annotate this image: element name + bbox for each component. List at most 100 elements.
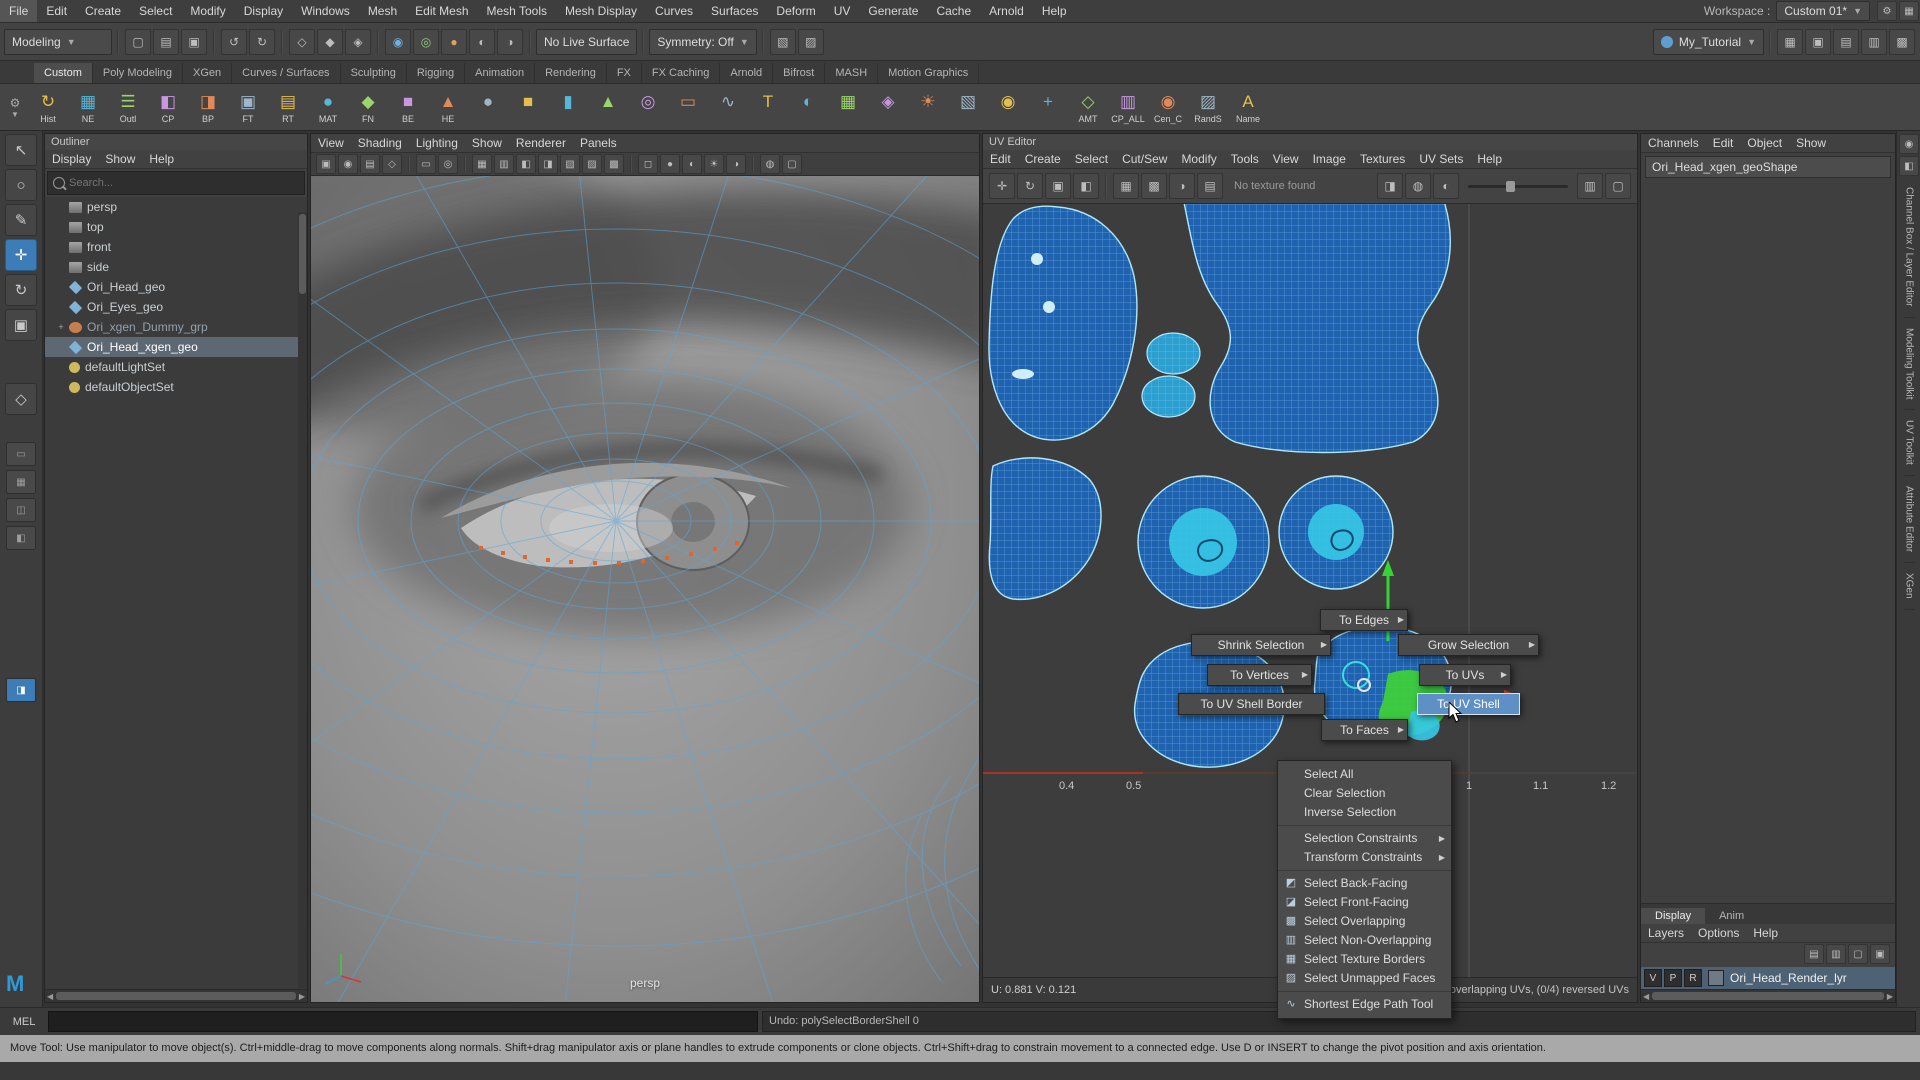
collapse-panel-icon[interactable]: ◧: [1899, 156, 1919, 176]
menubar-item[interactable]: Create: [76, 0, 130, 22]
snap-plane-icon[interactable]: ◐: [469, 29, 495, 55]
outliner-item[interactable]: Ori_Eyes_geo: [45, 297, 307, 317]
safe-title-icon[interactable]: ▩: [604, 154, 624, 174]
uv-menu-item[interactable]: Tools: [1224, 150, 1266, 168]
select-component-icon[interactable]: ◈: [345, 29, 371, 55]
viewport-canvas[interactable]: persp: [311, 176, 979, 1002]
select-camera-icon[interactable]: ▣: [316, 154, 336, 174]
layer-reference-toggle[interactable]: R: [1684, 969, 1702, 987]
shelf-tab[interactable]: MASH: [825, 63, 878, 83]
uv-menu-item[interactable]: Textures: [1353, 150, 1412, 168]
context-menu-item[interactable]: ◩Select Back-Facing: [1278, 874, 1451, 893]
snap-point-icon[interactable]: ●: [441, 29, 467, 55]
menubar-item[interactable]: Mesh Display: [556, 0, 646, 22]
shelf-tab[interactable]: Animation: [465, 63, 535, 83]
shelf-button[interactable]: ▥ CP_ALL: [1109, 86, 1147, 128]
shelf-button[interactable]: ◉ Cen_C: [1149, 86, 1187, 128]
shelf-button[interactable]: +: [1029, 86, 1067, 128]
marking-menu-to-uv-shell-border[interactable]: To UV Shell Border: [1178, 693, 1325, 715]
move-layer-down-icon[interactable]: ▥: [1826, 944, 1846, 964]
channel-box-menu-item[interactable]: Object: [1740, 134, 1789, 152]
outliner-item[interactable]: + Ori_xgen_Dummy_grp: [45, 317, 307, 337]
shelf-tab[interactable]: Rigging: [407, 63, 465, 83]
layer-color-swatch[interactable]: [1708, 970, 1724, 986]
outliner-item[interactable]: Ori_Head_geo: [45, 277, 307, 297]
tab-display[interactable]: Display: [1641, 908, 1705, 924]
new-layer-from-selected-icon[interactable]: ▣: [1870, 944, 1890, 964]
shelf-button[interactable]: ▨ RandS: [1189, 86, 1227, 128]
marking-menu-to-vertices[interactable]: To Vertices▶: [1207, 664, 1312, 686]
marking-menu-to-uvs[interactable]: To UVs▶: [1419, 664, 1511, 686]
shelf-button[interactable]: ◎: [629, 86, 667, 128]
viewport-menu-item[interactable]: Renderer: [509, 134, 573, 152]
menubar-item[interactable]: Surfaces: [702, 0, 767, 22]
lasso-tool[interactable]: ○: [5, 169, 37, 201]
shelf-button[interactable]: ◧ CP: [149, 86, 187, 128]
textured-icon[interactable]: ▩: [1889, 29, 1915, 55]
shelf-tab[interactable]: Motion Graphics: [878, 63, 979, 83]
shelf-button[interactable]: ● MAT: [309, 86, 347, 128]
expand-toggle[interactable]: +: [55, 322, 67, 332]
shelf-button[interactable]: ◈: [869, 86, 907, 128]
layer-menu-item[interactable]: Help: [1746, 924, 1785, 942]
command-language-toggle[interactable]: MEL: [4, 1016, 44, 1028]
layer-menu-item[interactable]: Layers: [1641, 924, 1691, 942]
uv-menu-item[interactable]: Select: [1068, 150, 1115, 168]
channel-box-menu-item[interactable]: Channels: [1641, 134, 1706, 152]
channel-box-menu-item[interactable]: Edit: [1706, 134, 1741, 152]
2d-pan-zoom-icon[interactable]: ◎: [438, 154, 458, 174]
layer-visibility-toggle[interactable]: V: [1644, 969, 1662, 987]
outliner-item[interactable]: Ori_Head_xgen_geo: [45, 337, 307, 357]
uv-menu-item[interactable]: View: [1266, 150, 1306, 168]
new-scene-icon[interactable]: ▢: [125, 29, 151, 55]
marking-menu-to-edges[interactable]: To Edges▶: [1320, 609, 1408, 631]
shelf-button[interactable]: ▦ NE: [69, 86, 107, 128]
shelf-button[interactable]: ▮: [549, 86, 587, 128]
snap-curve-icon[interactable]: ◎: [413, 29, 439, 55]
viewport-menu-item[interactable]: Lighting: [409, 134, 465, 152]
menubar-item[interactable]: Arnold: [980, 0, 1033, 22]
channel-box-hscrollbar[interactable]: ◀▶: [1641, 989, 1895, 1002]
uv-brightness-slider[interactable]: [1468, 185, 1568, 188]
context-menu-item[interactable]: ▦Select Texture Borders: [1278, 950, 1451, 969]
sidebar-vertical-tab[interactable]: Channel Box / Layer Editor: [1904, 177, 1915, 318]
uv-move-icon[interactable]: ✛: [989, 173, 1015, 199]
symmetry-selector[interactable]: Symmetry: Off▼: [649, 29, 756, 55]
image-plane-icon[interactable]: ▭: [416, 154, 436, 174]
uv-menu-item[interactable]: Help: [1470, 150, 1509, 168]
shelf-tab[interactable]: XGen: [183, 63, 232, 83]
render-layer-row[interactable]: V P R Ori_Head_Render_lyr: [1641, 967, 1895, 989]
mel-input[interactable]: [48, 1011, 758, 1032]
project-selector[interactable]: My_Tutorial ▼: [1653, 29, 1764, 55]
workspace-layout-icon[interactable]: ▦: [1899, 1, 1919, 21]
context-menu-item[interactable]: ▩Select Overlapping: [1278, 912, 1451, 931]
rotate-tool[interactable]: ↻: [5, 274, 37, 306]
uv-menu-item[interactable]: Image: [1306, 150, 1353, 168]
open-scene-icon[interactable]: ▤: [153, 29, 179, 55]
shelf-tab[interactable]: Arnold: [720, 63, 773, 83]
uv-frame-all-icon[interactable]: ▢: [1605, 173, 1631, 199]
menubar-item[interactable]: Edit Mesh: [406, 0, 477, 22]
select-tool[interactable]: ↖: [5, 134, 37, 166]
outliner-item[interactable]: side: [45, 257, 307, 277]
bookmark-icon[interactable]: ◇: [382, 154, 402, 174]
snap-view-icon[interactable]: ◑: [497, 29, 523, 55]
shelf-button[interactable]: ▧: [949, 86, 987, 128]
uv-menu-item[interactable]: Edit: [983, 150, 1018, 168]
last-tool-used[interactable]: ◇: [5, 383, 37, 415]
shelf-button[interactable]: ▦: [829, 86, 867, 128]
viewport-menu-item[interactable]: Show: [465, 134, 509, 152]
field-chart-icon[interactable]: ▧: [560, 154, 580, 174]
snap-grid-icon[interactable]: ◉: [385, 29, 411, 55]
uv-scale-icon[interactable]: ▣: [1045, 173, 1071, 199]
shelf-button[interactable]: ▲: [589, 86, 627, 128]
channel-box-menu-item[interactable]: Show: [1789, 134, 1833, 152]
shelf-tab[interactable]: Curves / Surfaces: [232, 63, 340, 83]
camera-attrs-icon[interactable]: ▤: [360, 154, 380, 174]
shelf-button[interactable]: A Name: [1229, 86, 1267, 128]
lock-camera-icon[interactable]: ◉: [338, 154, 358, 174]
shelf-options-gear-icon[interactable]: ⚙▼: [2, 87, 28, 127]
marking-menu-to-faces[interactable]: To Faces▶: [1321, 719, 1408, 741]
shelf-button[interactable]: ▲ HE: [429, 86, 467, 128]
wireframe-icon[interactable]: ▤: [1833, 29, 1859, 55]
